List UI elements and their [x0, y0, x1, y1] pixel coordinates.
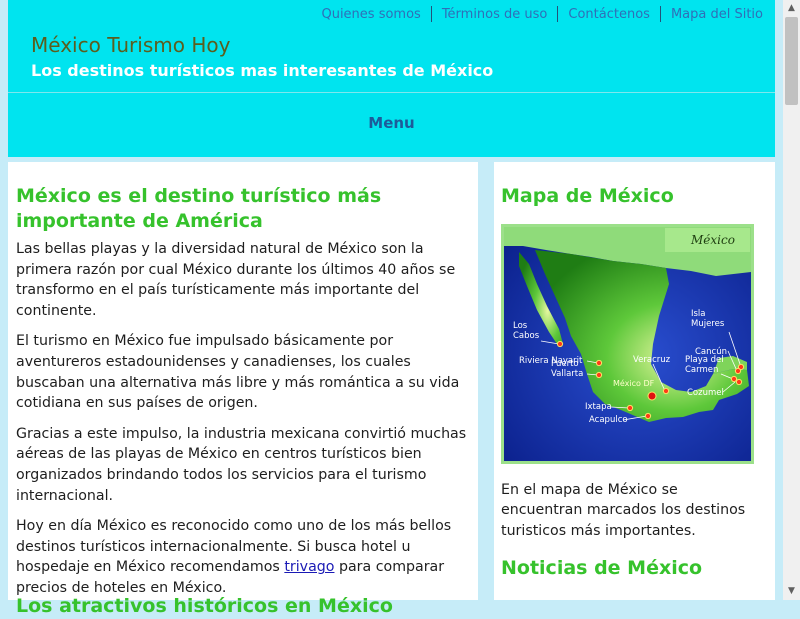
city-label: México DF	[613, 378, 655, 388]
news-heading: Noticias de México	[501, 557, 703, 579]
map-caption: En el mapa de México se encuentran marca…	[501, 482, 746, 539]
city-label: Playa del Carmen	[685, 355, 724, 375]
city-label: Ixtapa	[585, 402, 612, 412]
main-content: México es el destino turístico más impor…	[8, 162, 478, 617]
city-label: Cozumel	[687, 388, 724, 398]
scrollbar-thumb[interactable]	[785, 17, 798, 105]
top-navigation: Quienes somos Términos de uso Contácteno…	[321, 6, 763, 22]
city-marker	[644, 412, 652, 420]
article-heading: México es el destino turístico más impor…	[16, 185, 382, 232]
nav-divider	[430, 6, 432, 22]
site-title[interactable]: México Turismo Hoy	[31, 33, 230, 57]
city-marker	[662, 387, 670, 395]
site-subtitle: Los destinos turísticos mas interesantes…	[31, 61, 494, 80]
mexico-map[interactable]: México Los Cabos Riviera Nayarit Puerto Va…	[501, 224, 754, 464]
city-marker	[595, 371, 603, 379]
vertical-scrollbar[interactable]: ▲ ▼	[783, 0, 800, 600]
city-marker	[556, 340, 564, 348]
city-label: Acapulco	[589, 415, 628, 425]
sidebar: Mapa de México México Los Cabos Riviera …	[494, 162, 775, 600]
city-marker	[595, 359, 603, 367]
city-marker	[730, 375, 738, 383]
city-label: Veracruz	[633, 355, 671, 365]
paragraph: Hoy en día México es reconocido como uno…	[16, 516, 474, 598]
section-heading: Los atractivos históricos en México	[16, 595, 393, 617]
trivago-link[interactable]: trivago	[284, 559, 334, 575]
scroll-down-arrow-icon[interactable]: ▼	[783, 583, 800, 600]
capital-marker	[647, 391, 657, 401]
page: Quienes somos Términos de uso Contácteno…	[8, 0, 775, 617]
nav-divider	[557, 6, 559, 22]
article-body: Las bellas playas y la diversidad natura…	[16, 239, 474, 609]
menu-button[interactable]: Menu	[8, 114, 775, 132]
city-label: Puerto Vallarta	[551, 359, 583, 379]
paragraph: Las bellas playas y la diversidad natura…	[16, 241, 456, 319]
city-marker	[626, 404, 634, 412]
site-header: Quienes somos Términos de uso Contácteno…	[8, 0, 775, 157]
map-heading: Mapa de México	[501, 185, 674, 207]
city-marker	[735, 378, 743, 386]
paragraph: Gracias a este impulso, la industria mex…	[16, 425, 467, 504]
city-marker	[734, 367, 742, 375]
header-divider	[8, 92, 775, 93]
scroll-up-arrow-icon[interactable]: ▲	[783, 0, 800, 17]
nav-link-mapa-del-sitio[interactable]: Mapa del Sitio	[671, 7, 763, 22]
nav-link-quienes-somos[interactable]: Quienes somos	[321, 7, 420, 22]
nav-divider	[659, 6, 661, 22]
paragraph: El turismo en México fue impulsado básic…	[16, 333, 460, 412]
nav-link-contactenos[interactable]: Contáctenos	[568, 7, 650, 22]
map-label: México	[690, 233, 735, 247]
nav-link-terminos[interactable]: Términos de uso	[442, 7, 548, 22]
